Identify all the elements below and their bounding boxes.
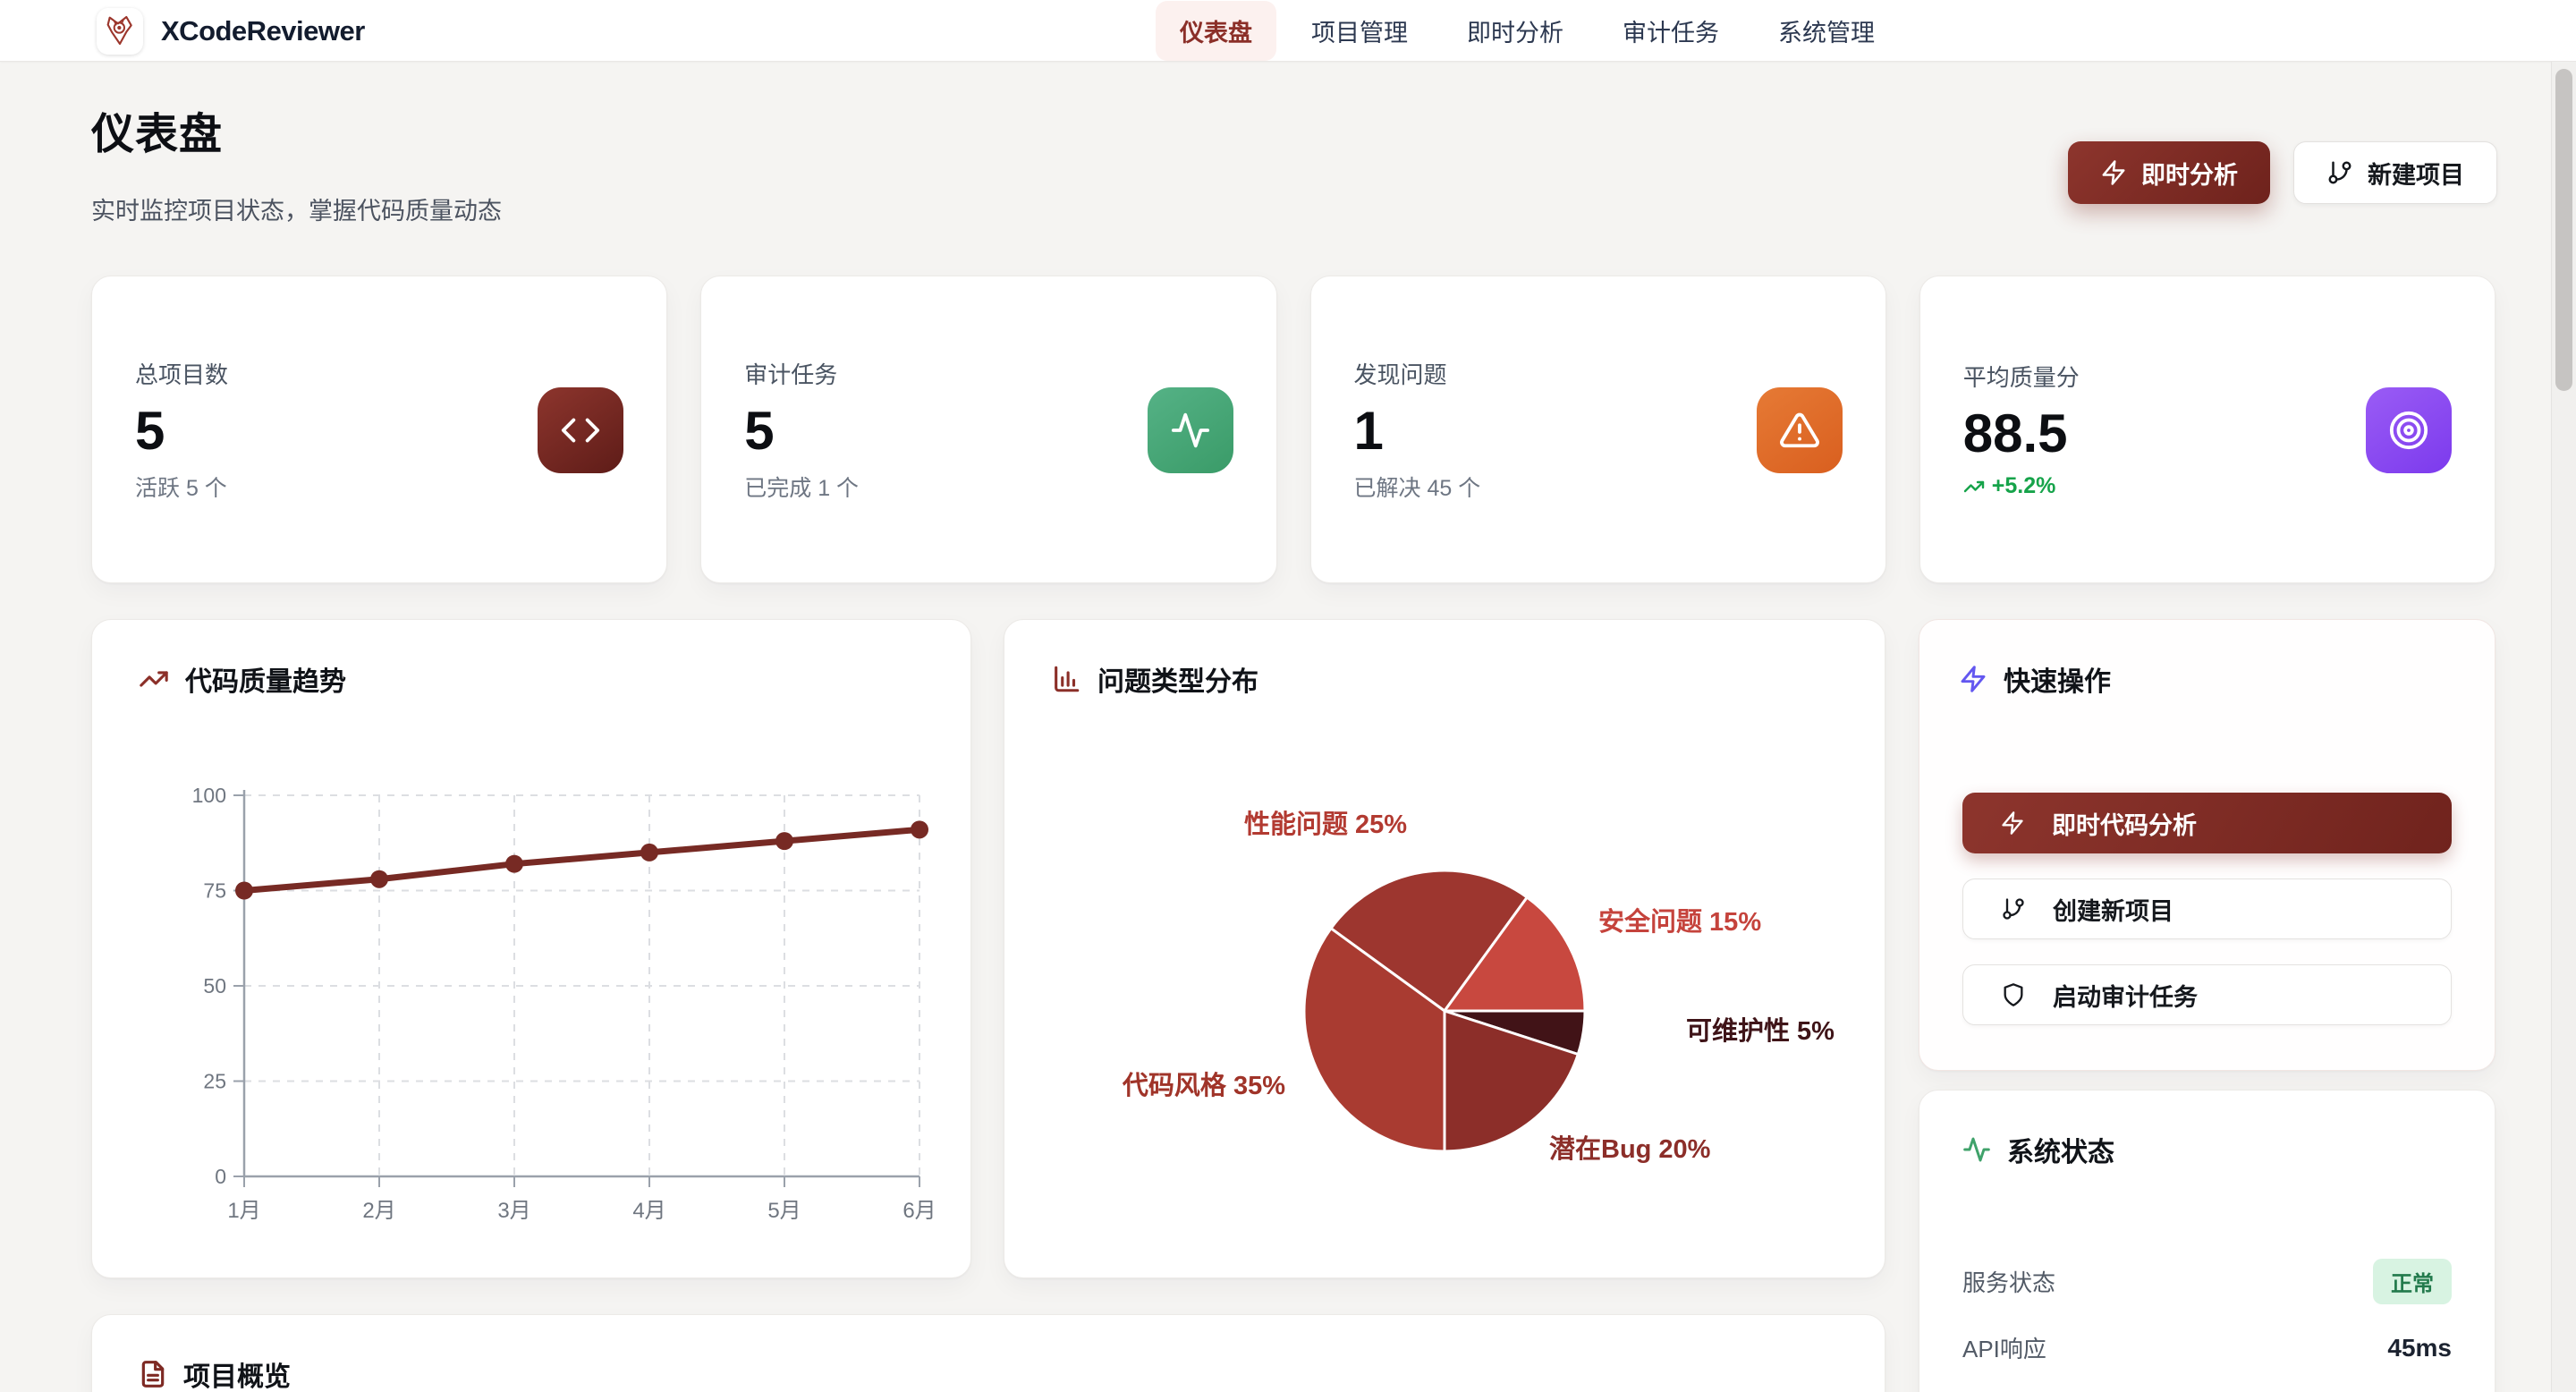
svg-text:25: 25 [203, 1070, 226, 1093]
issue-distribution-card: 问题类型分布 性能问题 25%安全问题 15%可维护性 5%潜在Bug 20%代… [1004, 619, 1885, 1278]
new-project-button[interactable]: 新建项目 [2293, 141, 2497, 204]
phoenix-logo-icon [97, 8, 143, 55]
svg-text:100: 100 [192, 784, 226, 807]
svg-text:1月: 1月 [227, 1199, 260, 1223]
zap-icon [1959, 665, 1987, 693]
stat-card-avg-quality: 平均质量分 88.5 +5.2% [1919, 276, 2496, 583]
system-status-card: 系统状态 服务状态 正常 API响应 45ms [1919, 1090, 2496, 1392]
quality-trend-line-chart: 0 25 50 75 100 1月 2月 3月 4月 5月 6月 [92, 754, 971, 1255]
line-chart-title: 代码质量趋势 [185, 659, 346, 699]
system-status-title: 系统状态 [2007, 1130, 2114, 1169]
api-response-row: API响应 45ms [1962, 1331, 2452, 1364]
status-badge: 正常 [2373, 1259, 2452, 1304]
file-text-icon [139, 1360, 167, 1388]
svg-text:0: 0 [215, 1165, 226, 1188]
page-title: 仪表盘 [91, 98, 223, 161]
svg-text:安全问题 15%: 安全问题 15% [1598, 906, 1761, 937]
svg-text:潜在Bug 20%: 潜在Bug 20% [1549, 1134, 1711, 1164]
shield-icon [2001, 982, 2026, 1007]
stat-sub: 已解决 45 个 [1354, 471, 1843, 503]
top-navigation-bar: XCodeReviewer 仪表盘 项目管理 即时分析 审计任务 系统管理 [0, 0, 2576, 62]
git-branch-icon [2326, 159, 2353, 186]
scrollbar-thumb[interactable] [2555, 69, 2572, 391]
nav-item-system-admin[interactable]: 系统管理 [1754, 1, 1899, 61]
stat-sub: 已完成 1 个 [744, 471, 1233, 503]
project-overview-card: 项目概览 [91, 1314, 1885, 1392]
stat-card-issues-found: 发现问题 1 已解决 45 个 [1310, 276, 1886, 583]
svg-text:6月: 6月 [902, 1199, 936, 1223]
stat-sub: 活跃 5 个 [135, 471, 623, 503]
page-actions: 即时分析 新建项目 [2068, 141, 2497, 204]
git-branch-icon [2001, 896, 2026, 921]
create-new-project-button[interactable]: 创建新项目 [1962, 878, 2452, 939]
quick-actions-card: 快速操作 即时代码分析 创建新项目 [1919, 619, 2496, 1071]
svg-text:性能问题 25%: 性能问题 25% [1244, 810, 1407, 839]
quick-actions-title: 快速操作 [2004, 659, 2111, 699]
instant-analysis-button[interactable]: 即时分析 [2068, 141, 2270, 204]
stats-row: 总项目数 5 活跃 5 个 审计任务 5 已完成 1 个 发现问题 1 已解决 … [91, 276, 2496, 583]
svg-text:可维护性 5%: 可维护性 5% [1686, 1016, 1835, 1046]
brand: XCodeReviewer [97, 0, 365, 62]
svg-text:4月: 4月 [632, 1199, 665, 1223]
nav-item-projects[interactable]: 项目管理 [1287, 1, 1432, 61]
pulse-icon [1962, 1135, 1991, 1164]
project-overview-title: 项目概览 [183, 1354, 291, 1392]
alert-triangle-icon [1757, 387, 1843, 473]
right-column: 快速操作 即时代码分析 创建新项目 [1919, 619, 2496, 1278]
start-audit-task-button[interactable]: 启动审计任务 [1962, 964, 2452, 1025]
svg-text:75: 75 [203, 879, 226, 903]
stat-label: 平均质量分 [1963, 360, 2452, 393]
bar-chart-icon [1051, 664, 1081, 694]
trending-up-icon [139, 664, 169, 694]
nav-item-dashboard[interactable]: 仪表盘 [1156, 1, 1276, 61]
stat-trend: +5.2% [1963, 473, 2452, 499]
stat-card-total-projects: 总项目数 5 活跃 5 个 [91, 276, 667, 583]
code-icon [538, 387, 623, 473]
main-nav: 仪表盘 项目管理 即时分析 审计任务 系统管理 [1156, 0, 1899, 62]
svg-text:50: 50 [203, 974, 226, 997]
trend-up-icon [1963, 476, 1985, 497]
brand-name: XCodeReviewer [161, 15, 365, 47]
charts-row: 代码质量趋势 02550751001月2月3月4月5月6月 问题类型分布 性能问… [91, 619, 2496, 1278]
stat-label: 发现问题 [1354, 357, 1843, 390]
instant-code-analysis-button[interactable]: 即时代码分析 [1962, 793, 2452, 853]
issue-distribution-pie-chart: 性能问题 25% 安全问题 15% 可维护性 5% 潜在Bug 20% 代码风格 35% [1004, 692, 1885, 1273]
activity-icon [1148, 387, 1233, 473]
quality-trend-card: 代码质量趋势 0 25 50 75 100 1月 2月 3月 4月 5月 6月 [91, 619, 971, 1278]
scrollbar-track[interactable] [2551, 62, 2576, 1392]
target-icon [2366, 387, 2452, 473]
zap-icon [2100, 159, 2127, 186]
nav-item-audit-tasks[interactable]: 审计任务 [1598, 1, 1743, 61]
zap-icon [2000, 811, 2025, 836]
svg-text:5月: 5月 [767, 1199, 801, 1223]
svg-text:代码风格 35%: 代码风格 35% [1122, 1071, 1285, 1100]
service-status-row: 服务状态 正常 [1962, 1259, 2452, 1304]
dashboard-page: XCodeReviewer 仪表盘 项目管理 即时分析 审计任务 系统管理 仪表… [0, 0, 2576, 1392]
page-subtitle: 实时监控项目状态，掌握代码质量动态 [91, 191, 502, 226]
svg-text:2月: 2月 [362, 1199, 395, 1223]
stat-label: 总项目数 [135, 357, 623, 390]
svg-text:3月: 3月 [497, 1199, 530, 1223]
stat-label: 审计任务 [744, 357, 1233, 390]
nav-item-instant-analysis[interactable]: 即时分析 [1443, 1, 1588, 61]
stat-card-audit-tasks: 审计任务 5 已完成 1 个 [700, 276, 1276, 583]
